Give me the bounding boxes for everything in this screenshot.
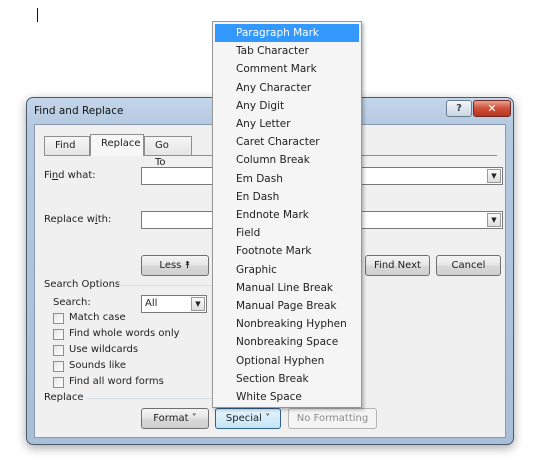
replace-section-title: Replace [44, 392, 84, 403]
special-menu-item[interactable]: Paragraph Mark [215, 24, 359, 42]
search-direction-label: Search: [53, 297, 91, 308]
special-menu-item[interactable]: Any Letter [215, 115, 359, 133]
word-forms-checkbox[interactable] [53, 377, 64, 388]
special-menu-item[interactable]: En Dash [215, 188, 359, 206]
special-menu-item[interactable]: Endnote Mark [215, 206, 359, 224]
close-button[interactable]: ✕ [473, 100, 511, 117]
chevron-down-icon[interactable]: ▼ [487, 213, 501, 227]
special-menu-item[interactable]: Field [215, 224, 359, 242]
find-what-label: Find what: [44, 170, 96, 181]
special-menu-item[interactable]: Manual Line Break [215, 279, 359, 297]
special-menu-item[interactable]: Optional Hyphen [215, 352, 359, 370]
cancel-button[interactable]: Cancel [436, 255, 501, 276]
search-options-title: Search Options [44, 279, 121, 290]
special-menu-item[interactable]: Any Digit [215, 97, 359, 115]
chevron-down-icon[interactable]: ▼ [487, 169, 501, 183]
wildcards-checkbox[interactable] [53, 345, 64, 356]
special-menu-item[interactable]: Section Break [215, 370, 359, 388]
text-cursor [37, 8, 38, 22]
format-button[interactable]: Format ˅ [141, 408, 209, 429]
replace-with-label: Replace with: [44, 214, 112, 225]
window-title: Find and Replace [34, 105, 124, 117]
tab-goto[interactable]: Go To [144, 136, 192, 168]
special-menu-item[interactable]: Any Character [215, 79, 359, 97]
close-icon: ✕ [487, 102, 497, 115]
special-menu-item[interactable]: Manual Page Break [215, 297, 359, 315]
help-icon: ? [456, 103, 462, 114]
tab-replace[interactable]: Replace [90, 134, 144, 156]
special-menu-item[interactable]: White Space [215, 388, 359, 406]
less-button[interactable]: Less ⯭ [141, 255, 209, 276]
special-menu: Paragraph Mark Tab Character Comment Mark A… [212, 21, 362, 408]
special-button[interactable]: Special ˅ [215, 408, 281, 429]
find-next-button[interactable]: Find Next [365, 255, 430, 276]
sounds-like-checkbox[interactable] [53, 361, 64, 372]
special-menu-item[interactable]: Column Break [215, 151, 359, 169]
special-menu-item[interactable]: Nonbreaking Hyphen [215, 315, 359, 333]
chevron-down-icon[interactable]: ▼ [191, 297, 205, 311]
help-button[interactable]: ? [446, 100, 472, 117]
tab-find[interactable]: Find [44, 136, 90, 155]
match-case-checkbox[interactable] [53, 313, 64, 324]
special-menu-item[interactable]: Caret Character [215, 133, 359, 151]
special-menu-item[interactable]: Nonbreaking Space [215, 333, 359, 351]
special-menu-item[interactable]: Em Dash [215, 170, 359, 188]
search-direction-select[interactable]: All ▼ [141, 295, 207, 313]
special-menu-item[interactable]: Footnote Mark [215, 242, 359, 260]
special-menu-item[interactable]: Tab Character [215, 42, 359, 60]
no-formatting-button[interactable]: No Formatting [288, 408, 377, 429]
whole-words-checkbox[interactable] [53, 329, 64, 340]
special-menu-item[interactable]: Graphic [215, 261, 359, 279]
special-menu-item[interactable]: Comment Mark [215, 60, 359, 78]
